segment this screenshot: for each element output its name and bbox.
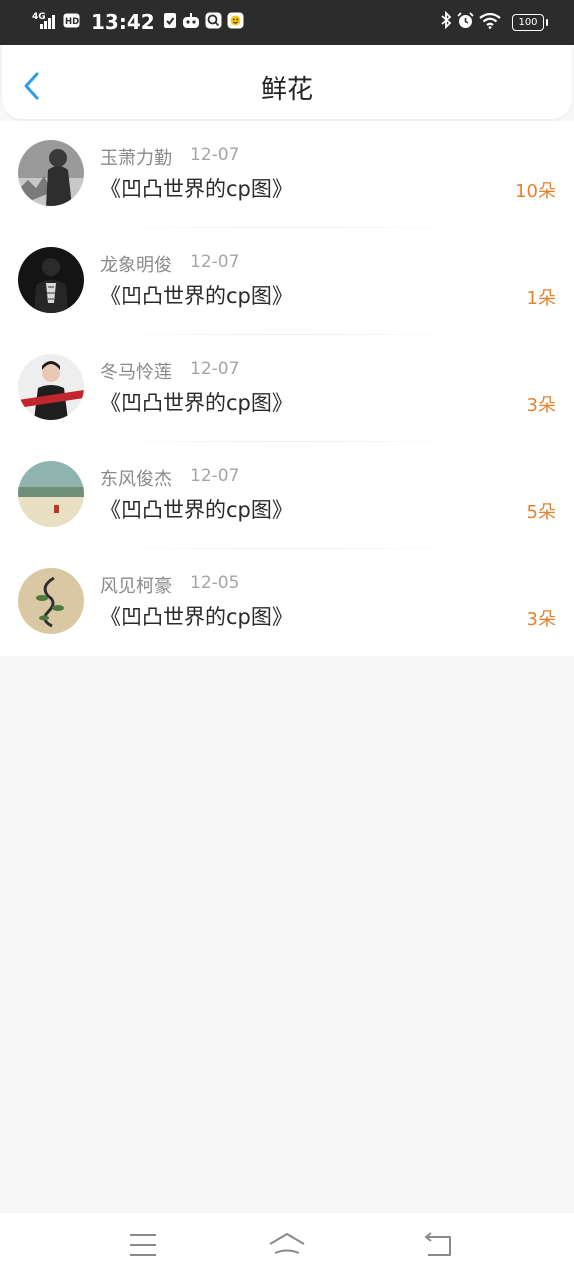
avatar bbox=[18, 461, 84, 527]
work-title: 《凹凸世界的cp图》 bbox=[100, 498, 293, 522]
signal-icon: 4G bbox=[32, 10, 58, 34]
flower-count: 3朵 bbox=[526, 395, 556, 416]
nav-bar bbox=[0, 1213, 574, 1280]
status-left: 4G HD 13:42 bbox=[32, 10, 249, 34]
hd-label: HD bbox=[65, 17, 79, 27]
robot-icon bbox=[182, 12, 200, 33]
page-title: 鲜花 bbox=[260, 75, 313, 105]
work-title: 《凹凸世界的cp图》 bbox=[100, 391, 293, 415]
status-right: 100 bbox=[440, 10, 548, 34]
emoji-app-icon bbox=[227, 12, 244, 33]
bluetooth-icon bbox=[440, 10, 452, 33]
list-item[interactable]: 风见柯豪 12-05 《凹凸世界的cp图》 3朵 bbox=[0, 549, 574, 656]
avatar bbox=[18, 140, 84, 206]
header: 鲜花 bbox=[2, 45, 572, 119]
menu-icon bbox=[130, 1234, 156, 1256]
flower-list: 玉萧力勤 12-07 《凹凸世界的cp图》 10朵 龙象明俊 12-07 《凹凸… bbox=[0, 121, 574, 656]
network-label: 4G bbox=[32, 12, 46, 22]
wifi-icon bbox=[479, 12, 501, 33]
menu-button[interactable] bbox=[128, 1231, 158, 1263]
home-icon bbox=[269, 1233, 305, 1254]
hd-icon: HD bbox=[63, 13, 80, 32]
send-date: 12-05 bbox=[190, 573, 240, 593]
flower-count: 5朵 bbox=[526, 502, 556, 523]
back-nav-button[interactable] bbox=[422, 1231, 454, 1263]
send-date: 12-07 bbox=[190, 359, 240, 379]
list-item[interactable]: 东风俊杰 12-07 《凹凸世界的cp图》 5朵 bbox=[0, 442, 574, 549]
shield-check-icon bbox=[163, 12, 177, 33]
status-bar: 4G HD 13:42 100 bbox=[0, 0, 574, 45]
flower-count: 1朵 bbox=[526, 288, 556, 309]
sender-name: 冬马怜莲 bbox=[100, 362, 172, 383]
flower-count: 3朵 bbox=[526, 609, 556, 630]
list-item[interactable]: 龙象明俊 12-07 《凹凸世界的cp图》 1朵 bbox=[0, 228, 574, 335]
list-item[interactable]: 冬马怜莲 12-07 《凹凸世界的cp图》 3朵 bbox=[0, 335, 574, 442]
send-date: 12-07 bbox=[190, 145, 240, 165]
alarm-icon bbox=[457, 11, 474, 33]
avatar bbox=[18, 568, 84, 634]
work-title: 《凹凸世界的cp图》 bbox=[100, 177, 293, 201]
search-app-icon bbox=[205, 12, 222, 33]
status-time: 13:42 bbox=[91, 10, 155, 34]
sender-name: 风见柯豪 bbox=[100, 576, 172, 597]
list-item[interactable]: 玉萧力勤 12-07 《凹凸世界的cp图》 10朵 bbox=[0, 121, 574, 228]
sender-name: 龙象明俊 bbox=[100, 255, 172, 276]
back-icon bbox=[424, 1232, 451, 1256]
work-title: 《凹凸世界的cp图》 bbox=[100, 284, 293, 308]
sender-name: 玉萧力勤 bbox=[100, 148, 172, 169]
home-button[interactable] bbox=[268, 1231, 306, 1263]
send-date: 12-07 bbox=[190, 466, 240, 486]
sender-name: 东风俊杰 bbox=[100, 469, 172, 490]
avatar bbox=[18, 247, 84, 313]
flower-count: 10朵 bbox=[515, 181, 556, 202]
work-title: 《凹凸世界的cp图》 bbox=[100, 605, 293, 629]
avatar bbox=[18, 354, 84, 420]
send-date: 12-07 bbox=[190, 252, 240, 272]
battery-icon: 100 bbox=[512, 13, 548, 31]
